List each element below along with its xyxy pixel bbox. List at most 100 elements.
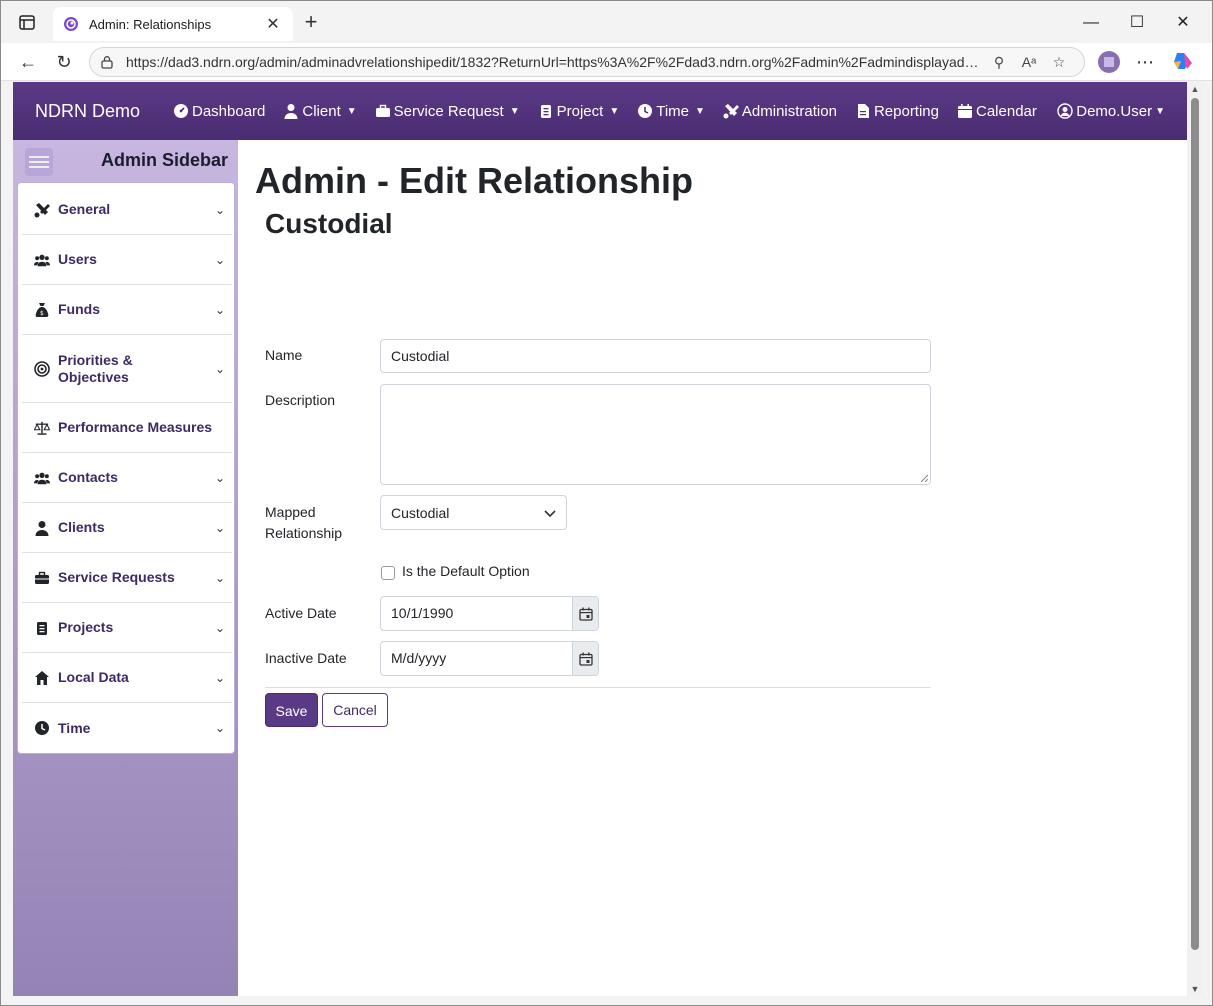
scrollbar-thumb[interactable] — [1191, 98, 1199, 950]
description-textarea[interactable] — [380, 384, 931, 485]
active-date-label: Active Date — [265, 605, 337, 621]
chevron-down-icon[interactable]: ⌄ — [208, 521, 232, 535]
chevron-down-icon[interactable]: ⌄ — [208, 471, 232, 485]
caret-down-icon: ▼ — [695, 105, 705, 117]
nav-reporting[interactable]: Reporting — [855, 103, 939, 120]
lock-icon[interactable] — [100, 55, 114, 69]
sidebar-item-label: General — [58, 201, 111, 217]
sidebar-item-performance-measures[interactable]: Performance Measures — [22, 403, 232, 453]
clipboard-icon — [538, 103, 554, 119]
nav-calendar[interactable]: Calendar — [957, 103, 1037, 120]
site-favicon-icon — [63, 16, 79, 32]
active-date-field[interactable]: 10/1/1990 — [380, 596, 599, 631]
sidebar-item-local-data[interactable]: Local Data ⌄ — [22, 653, 232, 703]
caret-down-icon: ▼ — [1155, 105, 1165, 117]
new-tab-button[interactable]: + — [299, 11, 323, 35]
nav-time-label: Time — [656, 102, 689, 120]
file-icon — [855, 103, 871, 119]
clock-icon — [637, 103, 653, 119]
mapped-relationship-label: Mapped Relationship — [265, 504, 343, 541]
more-options-icon[interactable]: ⋯ — [1131, 49, 1159, 75]
sidebar-item-contacts[interactable]: Contacts ⌄ — [22, 453, 232, 503]
inactive-date-placeholder[interactable]: M/d/yyyy — [381, 642, 572, 675]
nav-service-request-label: Service Request — [393, 102, 504, 120]
name-input[interactable]: Custodial — [380, 339, 931, 373]
sidebar-item-label: Time — [58, 719, 91, 736]
scroll-up-icon[interactable]: ▲ — [1187, 82, 1203, 96]
chevron-down-icon[interactable]: ⌄ — [208, 362, 232, 376]
calendar-picker-icon[interactable] — [572, 642, 598, 675]
sidebar-item-projects[interactable]: Projects ⌄ — [22, 603, 232, 653]
sidebar-item-clients[interactable]: Clients ⌄ — [22, 503, 232, 553]
back-icon[interactable]: ← — [15, 49, 41, 75]
chevron-down-icon[interactable]: ⌄ — [208, 621, 232, 635]
maximize-icon[interactable]: ☐ — [1117, 9, 1157, 37]
nav-time[interactable]: Time ▼ — [637, 103, 705, 120]
save-button[interactable]: Save — [265, 693, 318, 727]
mapped-relationship-select[interactable]: Custodial — [380, 495, 567, 530]
caret-down-icon: ▼ — [609, 105, 620, 117]
active-date-value[interactable]: 10/1/1990 — [381, 597, 572, 630]
page-scrollbar[interactable]: ▲ ▼ — [1187, 82, 1203, 996]
tools-icon — [723, 103, 739, 119]
favorite-star-icon[interactable]: ☆ — [1044, 54, 1074, 71]
sidebar-item-priorities-objectives[interactable]: Priorities & Objectives ⌄ — [22, 335, 232, 403]
tab-title: Admin: Relationships — [89, 16, 212, 32]
user-circle-icon — [1057, 103, 1073, 119]
chevron-down-icon[interactable]: ⌄ — [208, 671, 232, 685]
read-aloud-icon[interactable]: Aᵃ — [1014, 54, 1044, 70]
hamburger-menu-icon[interactable] — [25, 148, 53, 176]
dashboard-icon — [173, 103, 189, 119]
briefcase-icon — [375, 103, 391, 119]
nav-dashboard-label: Dashboard — [192, 102, 266, 120]
sidebar-item-general[interactable]: General ⌄ — [22, 185, 232, 235]
tab-actions-icon[interactable] — [13, 11, 41, 35]
inactive-date-field[interactable]: M/d/yyyy — [380, 641, 599, 676]
scroll-down-icon[interactable]: ▼ — [1187, 982, 1203, 996]
close-tab-icon[interactable]: ✕ — [263, 14, 283, 34]
name-label: Name — [265, 347, 303, 363]
url-text[interactable]: https://dad3.ndrn.org/admin/adminadvrela… — [126, 54, 984, 70]
cancel-button[interactable]: Cancel — [322, 693, 388, 727]
chevron-down-icon[interactable]: ⌄ — [208, 721, 232, 735]
sidebar-item-time[interactable]: Time ⌄ — [22, 703, 232, 753]
profile-avatar-icon[interactable] — [1095, 49, 1123, 75]
sidebar-item-users[interactable]: Users ⌄ — [22, 235, 232, 285]
nav-service-request[interactable]: Service Request ▼ — [375, 103, 520, 120]
money-bag-icon: $ — [34, 302, 50, 318]
clipboard-icon — [34, 620, 50, 636]
sidebar-item-label: Local Data — [58, 669, 129, 685]
house-icon — [34, 670, 50, 686]
brand-logo[interactable]: NDRN Demo — [35, 101, 173, 122]
copilot-icon[interactable] — [1169, 49, 1197, 75]
sidebar-item-funds[interactable]: $ Funds ⌄ — [22, 285, 232, 335]
nav-client[interactable]: Client ▼ — [283, 103, 357, 120]
default-option-label[interactable]: Is the Default Option — [402, 563, 530, 579]
calendar-picker-icon[interactable] — [572, 597, 598, 630]
app-navbar: NDRN Demo Dashboard Client ▼ Service Req… — [13, 82, 1187, 140]
chevron-down-icon[interactable]: ⌄ — [208, 303, 232, 317]
sidebar-item-label: Contacts — [58, 469, 118, 485]
target-icon — [34, 360, 50, 377]
page-title: Admin - Edit Relationship — [255, 160, 693, 201]
nav-dashboard[interactable]: Dashboard — [173, 103, 265, 120]
main-content: Admin - Edit Relationship Custodial Name… — [239, 140, 1187, 996]
sidebar-item-service-requests[interactable]: Service Requests ⌄ — [22, 553, 232, 603]
nav-administration[interactable]: Administration — [723, 103, 837, 120]
chevron-down-icon[interactable]: ⌄ — [208, 571, 232, 585]
default-option-checkbox[interactable] — [381, 566, 395, 580]
minimize-icon[interactable]: — — [1071, 9, 1111, 37]
browser-tab[interactable]: Admin: Relationships ✕ — [53, 7, 293, 41]
user-menu[interactable]: Demo.User ▼ — [1057, 82, 1165, 140]
user-icon — [34, 520, 50, 536]
users-icon — [34, 470, 50, 486]
refresh-icon[interactable]: ↻ — [51, 49, 77, 75]
resize-handle-icon[interactable] — [920, 474, 928, 482]
clock-icon — [34, 720, 50, 736]
close-window-icon[interactable]: ✕ — [1163, 9, 1203, 37]
nav-project[interactable]: Project ▼ — [538, 103, 620, 120]
zoom-icon[interactable]: ⚲ — [984, 54, 1014, 71]
chevron-down-icon[interactable]: ⌄ — [208, 203, 232, 217]
chevron-down-icon[interactable]: ⌄ — [208, 253, 232, 267]
address-bar[interactable]: https://dad3.ndrn.org/admin/adminadvrela… — [89, 47, 1085, 77]
